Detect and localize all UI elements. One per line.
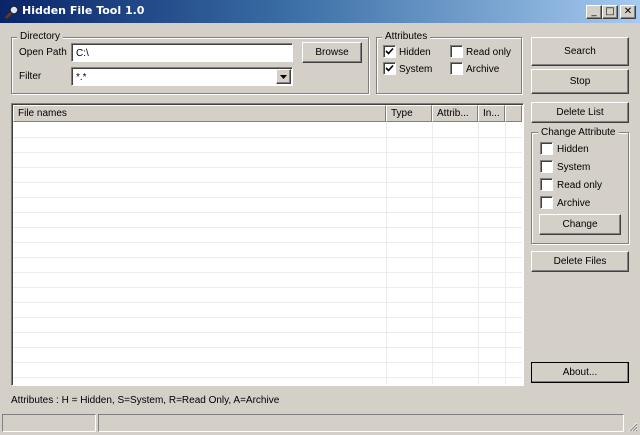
grid-row-line — [13, 362, 522, 363]
change-readonly-checkbox[interactable] — [540, 178, 553, 191]
column-header-type[interactable]: Type — [386, 105, 432, 122]
grid-row-line — [13, 302, 522, 303]
chevron-down-icon — [280, 75, 287, 79]
file-list-grid — [13, 122, 522, 384]
change-button[interactable]: Change — [539, 214, 621, 235]
grid-row-line — [13, 377, 522, 378]
column-header-attributes[interactable]: Attrib... — [432, 105, 478, 122]
open-path-label: Open Path — [19, 47, 67, 58]
grid-row-line — [13, 167, 522, 168]
column-header-filler — [505, 105, 522, 122]
filter-dropdown-button[interactable] — [276, 69, 291, 84]
grid-row-line — [13, 137, 522, 138]
status-pane-2 — [98, 414, 624, 432]
browse-button[interactable]: Browse — [302, 42, 362, 63]
grid-column-line — [478, 122, 479, 384]
checkmark-icon — [385, 64, 394, 72]
change-archive-label: Archive — [557, 198, 591, 209]
window-title: Hidden File Tool 1.0 — [22, 4, 145, 17]
attr-readonly-checkbox[interactable] — [450, 45, 463, 58]
grid-row-line — [13, 257, 522, 258]
search-button[interactable]: Search — [531, 37, 629, 66]
change-attribute-legend: Change Attribute — [538, 127, 619, 138]
attr-system-checkbox[interactable] — [383, 62, 396, 75]
file-list[interactable]: File names Type Attrib... In... — [11, 103, 524, 386]
column-header-index[interactable]: In... — [478, 105, 505, 122]
attributes-legend: Attributes — [382, 31, 431, 42]
attr-system-label: System — [399, 64, 433, 75]
close-button[interactable]: ✕ — [620, 5, 636, 19]
filter-select[interactable]: *.* — [71, 67, 293, 86]
grid-row-line — [13, 332, 522, 333]
column-header-filenames[interactable]: File names — [13, 105, 386, 122]
attr-hidden-checkbox[interactable] — [383, 45, 396, 58]
maximize-button[interactable]: □ — [602, 5, 618, 19]
about-button[interactable]: About... — [531, 362, 629, 383]
stop-button[interactable]: Stop — [531, 69, 629, 94]
change-hidden-checkbox[interactable] — [540, 142, 553, 155]
grid-row-line — [13, 197, 522, 198]
minimize-button[interactable]: _ — [586, 5, 602, 19]
resize-grip-icon[interactable] — [626, 420, 638, 432]
grid-column-line — [432, 122, 433, 384]
attr-hidden-label: Hidden — [399, 47, 431, 58]
change-system-label: System — [557, 162, 591, 173]
attr-archive-checkbox[interactable] — [450, 62, 463, 75]
change-readonly-label: Read only — [557, 180, 603, 191]
delete-list-button[interactable]: Delete List — [531, 102, 629, 123]
grid-row-line — [13, 272, 522, 273]
magnifier-icon — [4, 4, 20, 20]
attributes-group — [376, 37, 522, 94]
attr-readonly-label: Read only — [466, 47, 512, 58]
grid-row-line — [13, 152, 522, 153]
change-system-checkbox[interactable] — [540, 160, 553, 173]
directory-legend: Directory — [17, 31, 64, 42]
grid-column-line — [386, 122, 387, 384]
checkmark-icon — [385, 47, 394, 55]
grid-row-line — [13, 287, 522, 288]
open-path-input[interactable]: C:\ — [71, 43, 293, 62]
status-pane-1 — [2, 414, 96, 432]
grid-row-line — [13, 212, 522, 213]
grid-row-line — [13, 242, 522, 243]
delete-files-button[interactable]: Delete Files — [531, 251, 629, 272]
grid-column-line — [505, 122, 506, 384]
grid-row-line — [13, 347, 522, 348]
attr-archive-label: Archive — [466, 64, 500, 75]
attributes-legend-text: Attributes : H = Hidden, S=System, R=Rea… — [11, 395, 280, 406]
grid-row-line — [13, 317, 522, 318]
filter-value: *.* — [76, 72, 87, 83]
grid-row-line — [13, 227, 522, 228]
change-archive-checkbox[interactable] — [540, 196, 553, 209]
title-bar[interactable]: Hidden File Tool 1.0 _ □ ✕ — [0, 0, 640, 23]
grid-row-line — [13, 182, 522, 183]
filter-label: Filter — [19, 71, 42, 82]
change-hidden-label: Hidden — [557, 144, 589, 155]
